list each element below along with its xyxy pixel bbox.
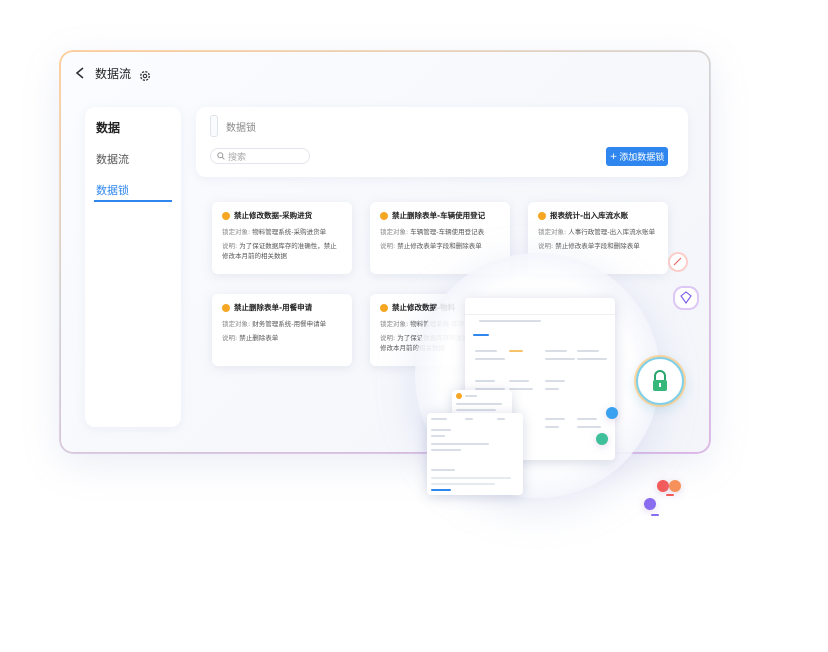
active-indicator — [94, 200, 172, 202]
search-input[interactable]: 搜索 — [210, 148, 310, 164]
edit-icon — [670, 254, 686, 270]
diamond-icon — [675, 288, 697, 308]
target-label: 锁定对象: — [538, 228, 567, 236]
search-icon — [217, 152, 225, 160]
add-button-label: 添加数据锁 — [619, 153, 665, 163]
gear-icon[interactable] — [139, 67, 151, 81]
card-title: 禁止修改数据-采购进货 — [234, 211, 313, 220]
user-avatar-icon — [644, 498, 656, 510]
target-value: 物料管理系统-采购进货单 — [252, 228, 327, 236]
desc-value: 禁止修改表单字段和删除表单 — [555, 242, 640, 250]
plus-icon: + — [609, 151, 618, 162]
desc-label: 说明: — [222, 242, 238, 250]
target-label: 锁定对象: — [222, 228, 251, 236]
page-title: 数据流 — [95, 66, 132, 81]
target-value: 财务管理系统-用餐申请单 — [252, 320, 327, 328]
user-tag — [666, 494, 674, 496]
target-value: 车辆管理-车辆使用登记表 — [410, 228, 485, 236]
user-avatar-icon — [606, 407, 618, 419]
padlock-icon — [636, 357, 684, 405]
panel-header: 数据锁 搜索 + 添加数据锁 — [196, 107, 688, 177]
user-avatar-icon — [657, 480, 669, 492]
desc-label: 说明: — [222, 334, 238, 342]
target-label: 锁定对象: — [380, 320, 409, 328]
desc-value: 为了保证数据库存的准确性，禁止修改本月前的相关数据 — [222, 242, 337, 260]
desc-value: 禁止删除表单 — [239, 334, 279, 342]
card-title: 禁止删除表单-车辆使用登记 — [392, 211, 486, 220]
desc-value: 禁止修改表单字段和删除表单 — [397, 242, 482, 250]
target-value: 人事行政管理-出入库流水账单 — [568, 228, 656, 236]
sidebar: 数据 数据流 数据锁 — [85, 107, 181, 427]
title-bar: 数据流 — [73, 62, 151, 84]
sidebar-item-data[interactable]: 数据 — [96, 119, 120, 136]
lock-icon — [380, 303, 388, 312]
search-placeholder: 搜索 — [228, 152, 247, 163]
lock-icon — [538, 211, 546, 220]
add-datalock-button[interactable]: + 添加数据锁 — [606, 147, 668, 166]
lock-icon — [222, 303, 230, 312]
datalock-card[interactable]: 禁止修改数据-采购进货 锁定对象: 物料管理系统-采购进货单 说明: 为了保证数… — [212, 202, 352, 274]
card-title: 禁止删除表单-用餐申请 — [234, 303, 313, 312]
user-tag — [651, 514, 659, 516]
sidebar-item-datalock[interactable]: 数据锁 — [96, 182, 129, 198]
lock-icon — [380, 211, 388, 220]
desc-label: 说明: — [538, 242, 554, 250]
target-label: 锁定对象: — [222, 320, 251, 328]
sidebar-item-dataflow[interactable]: 数据流 — [96, 151, 129, 167]
desc-label: 说明: — [380, 334, 396, 342]
panel-marker — [210, 115, 218, 137]
datalock-card[interactable]: 禁止删除表单-用餐申请 锁定对象: 财务管理系统-用餐申请单 说明: 禁止删除表… — [212, 294, 352, 366]
desc-label: 说明: — [380, 242, 396, 250]
mini-header — [465, 298, 615, 315]
back-arrow-icon[interactable] — [73, 66, 87, 80]
panel-title: 数据锁 — [226, 123, 256, 134]
lock-icon — [222, 211, 230, 220]
target-label: 锁定对象: — [380, 228, 409, 236]
user-avatar-icon — [596, 433, 608, 445]
user-avatar-icon — [669, 480, 681, 492]
mini-screenshot-form — [427, 413, 523, 495]
card-title: 报表统计-出入库流水账 — [550, 211, 629, 220]
